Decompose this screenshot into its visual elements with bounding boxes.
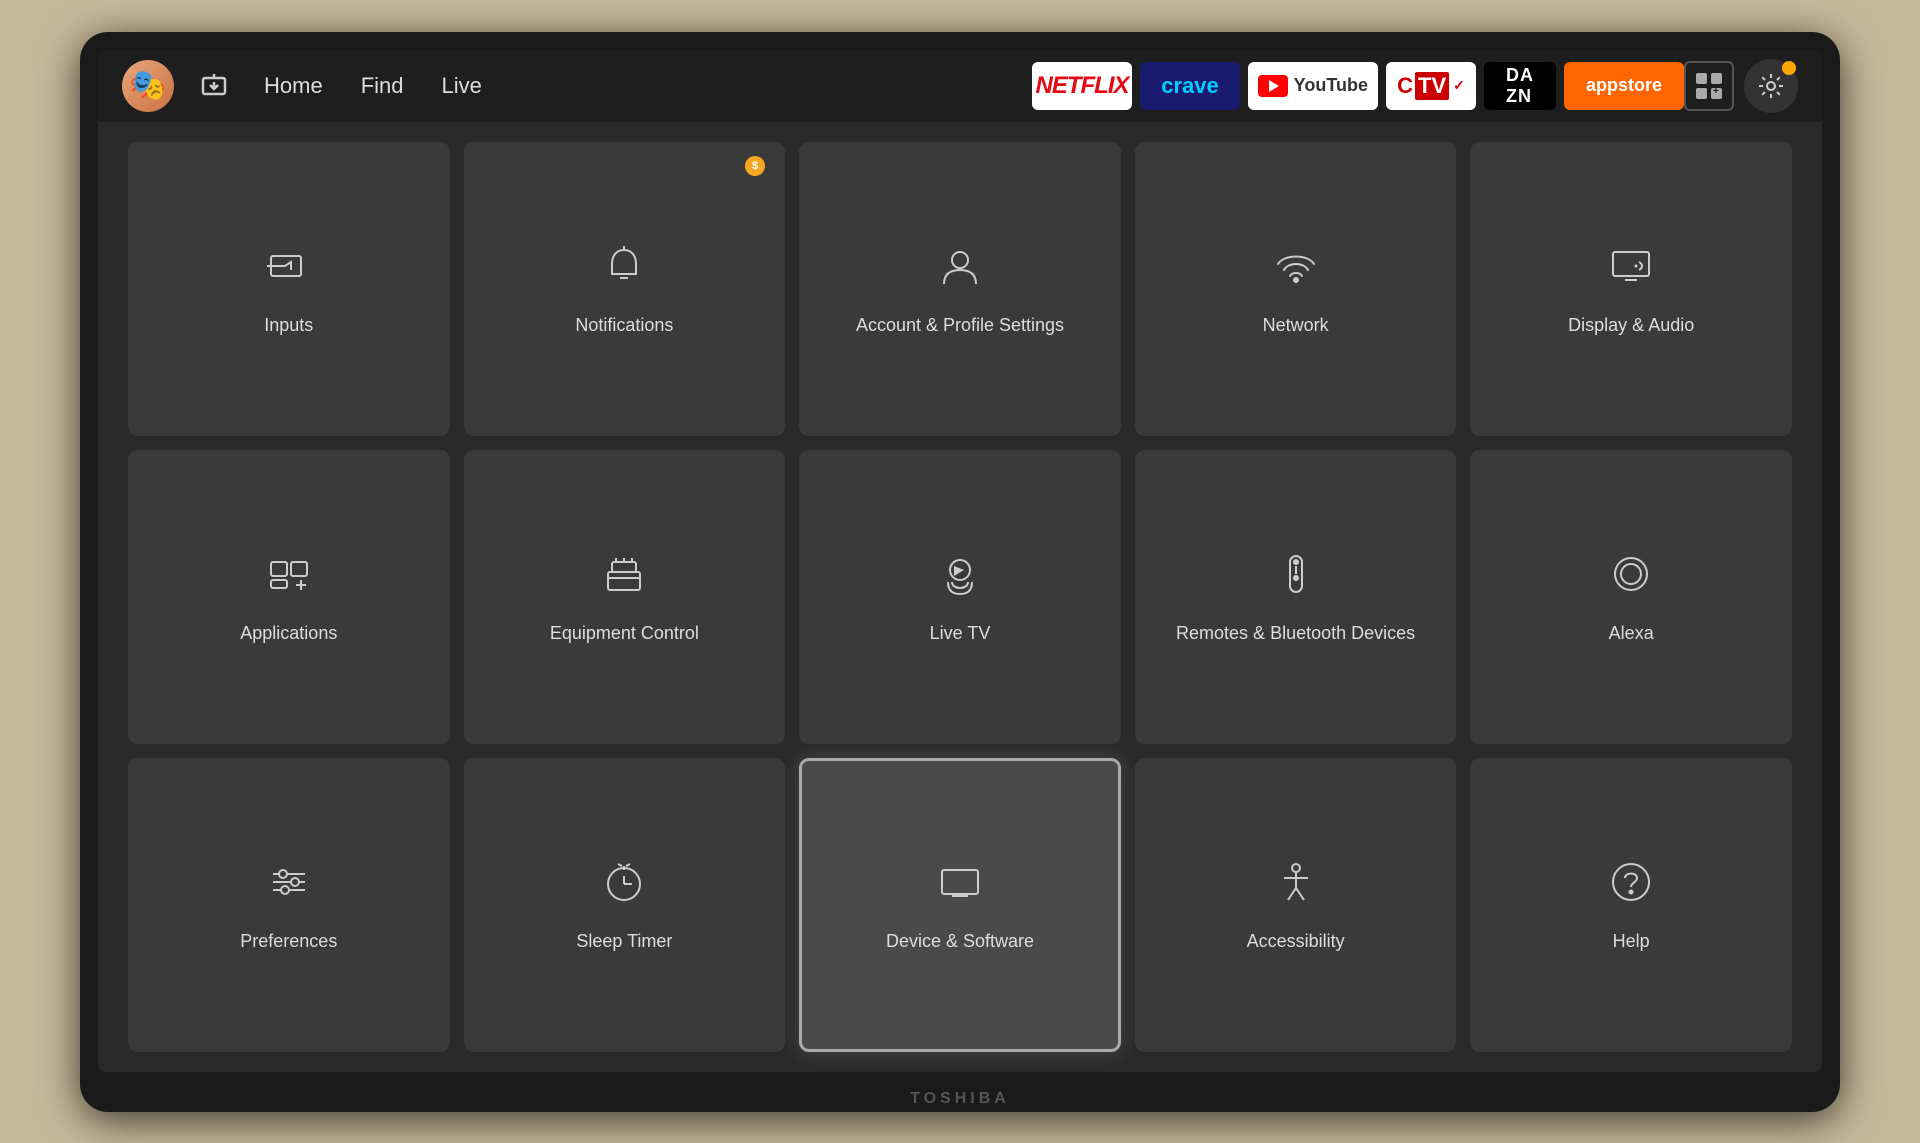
tile-account[interactable]: Account & Profile Settings [799, 142, 1121, 436]
remotes-bluetooth-label: Remotes & Bluetooth Devices [1176, 622, 1415, 645]
youtube-icon [1258, 75, 1288, 97]
settings-button[interactable] [1744, 59, 1798, 113]
nav-apps: NETFLIX crave YouTube CTV ✓ [1032, 62, 1684, 110]
nav-find-btn[interactable]: Find [351, 73, 414, 99]
tile-help[interactable]: Help [1470, 758, 1792, 1052]
preferences-label: Preferences [240, 930, 337, 953]
notifications-badge: $ [745, 156, 765, 176]
youtube-label: YouTube [1294, 75, 1368, 96]
nav-right [1684, 59, 1798, 113]
nav-left: 🎭 Home Find Live [122, 60, 1032, 112]
live-tv-label: Live TV [930, 622, 991, 645]
tile-device-software[interactable]: Device & Software [799, 758, 1121, 1052]
app-crave[interactable]: crave [1140, 62, 1240, 110]
sleep-timer-icon [598, 856, 650, 916]
sleep-timer-label: Sleep Timer [576, 930, 672, 953]
ctv-label: CTV ✓ [1397, 72, 1465, 100]
alexa-label: Alexa [1609, 622, 1654, 645]
help-label: Help [1613, 930, 1650, 953]
app-appstore[interactable]: appstore [1564, 62, 1684, 110]
settings-notification-dot [1782, 61, 1796, 75]
tile-preferences[interactable]: Preferences [128, 758, 450, 1052]
tile-inputs[interactable]: Inputs [128, 142, 450, 436]
display-audio-label: Display & Audio [1568, 314, 1694, 337]
settings-grid: Inputs $ Notifications [98, 122, 1822, 1072]
notifications-label: Notifications [575, 314, 673, 337]
avatar-face: 🎭 [129, 68, 166, 103]
tile-sleep-timer[interactable]: Sleep Timer [464, 758, 786, 1052]
grid-cell-2 [1711, 73, 1722, 84]
app-netflix[interactable]: NETFLIX [1032, 62, 1132, 110]
notifications-icon [598, 240, 650, 300]
tile-applications[interactable]: Applications [128, 450, 450, 744]
grid-cell-1 [1696, 73, 1707, 84]
device-software-icon [934, 856, 986, 916]
nav-live-btn[interactable]: Live [431, 73, 491, 99]
preferences-icon [263, 856, 315, 916]
account-label: Account & Profile Settings [856, 314, 1064, 337]
tile-network[interactable]: Network [1135, 142, 1457, 436]
app-ctv[interactable]: CTV ✓ [1386, 62, 1476, 110]
crave-label: crave [1161, 73, 1219, 99]
appstore-label: appstore [1586, 75, 1662, 96]
grid-cell-3 [1696, 88, 1707, 99]
app-youtube[interactable]: YouTube [1248, 62, 1378, 110]
equipment-control-label: Equipment Control [550, 622, 699, 645]
app-dazn[interactable]: DAZN [1484, 62, 1556, 110]
accessibility-label: Accessibility [1247, 930, 1345, 953]
tv-stand: TOSHIBA [910, 1088, 1010, 1108]
netflix-label: NETFLIX [1036, 72, 1129, 100]
nav-input-icon[interactable] [192, 64, 236, 108]
applications-label: Applications [240, 622, 337, 645]
tile-display-audio[interactable]: Display & Audio [1470, 142, 1792, 436]
avatar[interactable]: 🎭 [122, 60, 174, 112]
tv-outer: 🎭 Home Find Live [80, 32, 1840, 1112]
applications-icon [263, 548, 315, 608]
inputs-label: Inputs [264, 314, 313, 337]
alexa-icon [1605, 548, 1657, 608]
help-icon [1605, 856, 1657, 916]
inputs-icon [263, 240, 315, 300]
tile-live-tv[interactable]: Live TV [799, 450, 1121, 744]
tile-equipment-control[interactable]: Equipment Control [464, 450, 786, 744]
tv-screen: 🎭 Home Find Live [98, 50, 1822, 1072]
display-audio-icon [1605, 240, 1657, 300]
tile-alexa[interactable]: Alexa [1470, 450, 1792, 744]
tile-remotes-bluetooth[interactable]: Remotes & Bluetooth Devices [1135, 450, 1457, 744]
network-icon [1270, 240, 1322, 300]
account-icon [934, 240, 986, 300]
tile-notifications[interactable]: $ Notifications [464, 142, 786, 436]
network-label: Network [1263, 314, 1329, 337]
grid-icon [1696, 73, 1722, 99]
tile-accessibility[interactable]: Accessibility [1135, 758, 1457, 1052]
device-software-label: Device & Software [886, 930, 1034, 953]
grid-cell-plus [1711, 88, 1722, 99]
tv-brand-label: TOSHIBA [910, 1090, 1010, 1108]
live-tv-icon [934, 548, 986, 608]
nav-home-btn[interactable]: Home [254, 73, 333, 99]
grid-button[interactable] [1684, 61, 1734, 111]
youtube-play-triangle [1269, 80, 1279, 92]
remotes-bluetooth-icon [1270, 548, 1322, 608]
nav-bar: 🎭 Home Find Live [98, 50, 1822, 122]
dazn-label: DAZN [1506, 65, 1534, 107]
accessibility-icon [1270, 856, 1322, 916]
equipment-control-icon [598, 548, 650, 608]
